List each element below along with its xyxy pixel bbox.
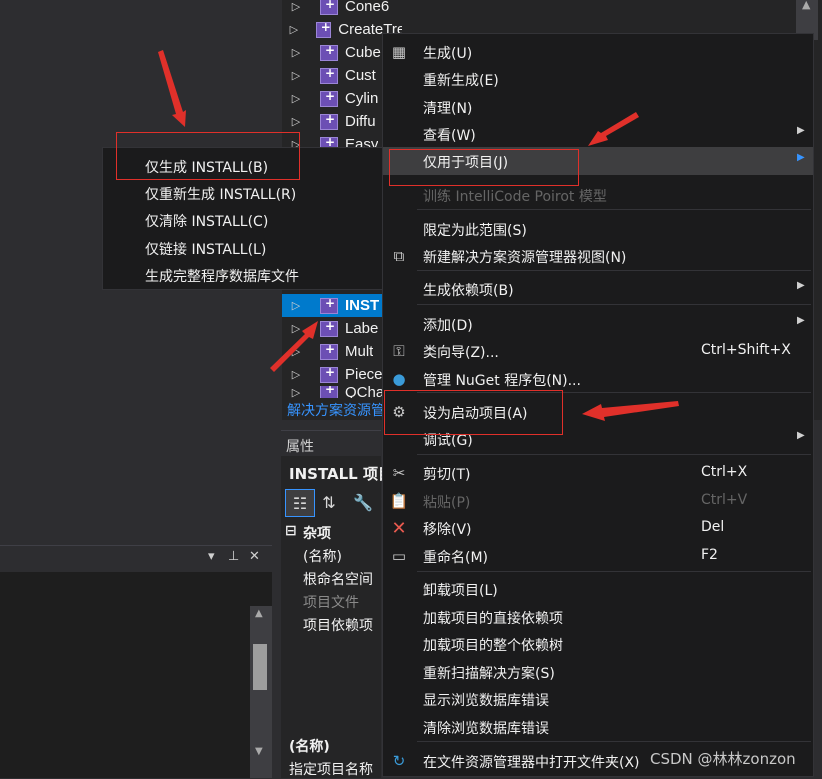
annotation-arrow [582,401,679,421]
annotation-arrow [270,321,318,372]
annotation-arrows [158,50,679,421]
annotation-arrow [158,50,186,127]
annotation-arrow [588,112,639,146]
watermark: CSDN @林林zonzon [650,750,796,768]
